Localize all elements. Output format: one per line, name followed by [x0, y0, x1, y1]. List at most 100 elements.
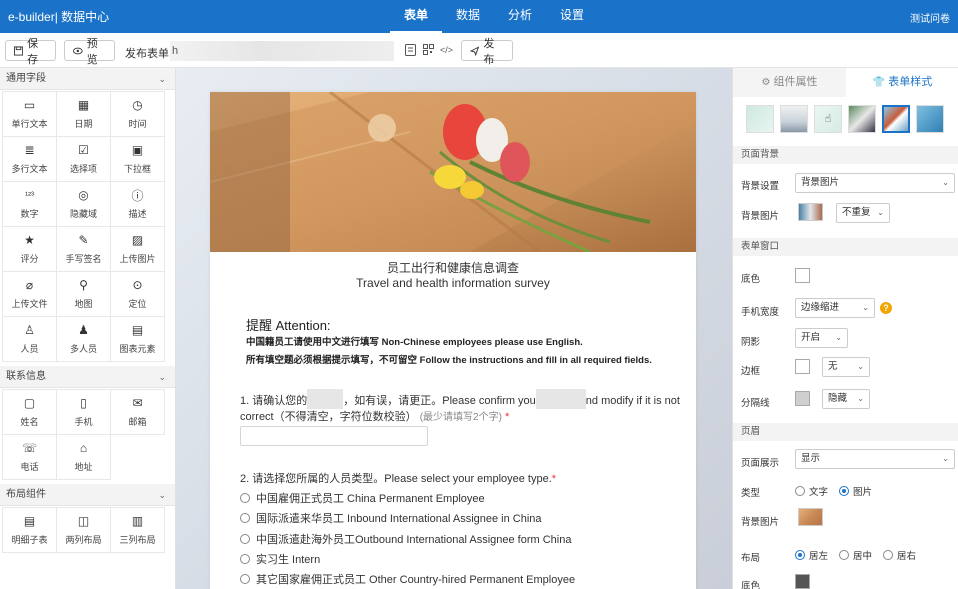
section-contact-info[interactable]: 联系信息 ⌄	[0, 366, 175, 388]
palette-item-multi-line[interactable]: ≣ 多行文本	[2, 136, 57, 182]
palette-item-image[interactable]: ▨ 上传图片	[110, 226, 165, 272]
type-option-image-label: 图片	[853, 487, 873, 498]
theme-thumb-6[interactable]	[916, 105, 944, 133]
palette-item-paperclip[interactable]: ⌀ 上传文件	[2, 271, 57, 317]
section-form-window: 表单窗口	[733, 238, 958, 256]
publish-url-field[interactable]: h	[170, 41, 394, 61]
layout-option-left[interactable]: 居左	[795, 548, 828, 562]
clock-icon: ◷	[132, 98, 143, 112]
palette-item-three-column[interactable]: ▥ 三列布局	[110, 507, 165, 553]
current-survey[interactable]: 测试问卷	[910, 10, 950, 25]
palette-item-number[interactable]: ¹²³ 数字	[2, 181, 57, 227]
palette-item-calendar[interactable]: ▦ 日期	[56, 91, 111, 137]
palette-item-label: 图表元素	[119, 344, 156, 354]
header-bg-label: 背景图片	[741, 517, 780, 528]
chevron-down-icon: ⌄	[862, 303, 869, 312]
paperclip-icon: ⌀	[25, 278, 34, 292]
nav-form[interactable]: 表单	[390, 0, 443, 33]
palette-item-pen[interactable]: ✎ 手写签名	[56, 226, 111, 272]
form-canvas: 员工出行和健康信息调查 Travel and health informatio…	[176, 68, 732, 589]
theme-thumb-2[interactable]	[780, 105, 808, 133]
divider-select[interactable]: 隐藏 ⌄	[822, 389, 870, 409]
embed-code-icon[interactable]: </>	[440, 44, 453, 56]
palette-item-telephone[interactable]: ☏ 电话	[2, 434, 57, 480]
nav-analysis[interactable]: 分析	[494, 0, 546, 33]
shadow-select[interactable]: 开启 ⌄	[795, 328, 848, 348]
theme-thumb-3[interactable]: ☝	[814, 105, 842, 133]
tab-form-style[interactable]: 👕 表单样式	[846, 68, 958, 97]
palette-item-name-card[interactable]: ▢ 姓名	[2, 389, 57, 435]
qrcode-icon[interactable]	[422, 44, 434, 56]
tab-component-properties[interactable]: ⚙ 组件属性	[733, 68, 846, 97]
save-button[interactable]: 保存	[5, 38, 56, 66]
bg-setting-select[interactable]: 背景图片 ⌄	[795, 173, 955, 193]
preview-button[interactable]: 预览	[64, 38, 115, 66]
type-option-image[interactable]: 图片	[839, 484, 872, 498]
type-label: 类型	[741, 488, 761, 499]
publish-button[interactable]: 发布	[461, 38, 513, 66]
palette-item-dropdown[interactable]: ▣ 下拉框	[110, 136, 165, 182]
redacted-block	[307, 389, 344, 409]
nav-settings[interactable]: 设置	[546, 0, 598, 33]
palette-item-mail[interactable]: ✉ 邮箱	[110, 389, 165, 435]
theme-thumb-5-selected[interactable]	[882, 105, 910, 133]
palette-item-eye-off[interactable]: ◎ 隐藏域	[56, 181, 111, 227]
chart-icon: ▤	[131, 323, 144, 337]
section-common-fields[interactable]: 通用字段 ⌄	[0, 68, 175, 90]
palette-item-home[interactable]: ⌂ 地址	[56, 434, 111, 480]
divider-color-swatch[interactable]	[795, 391, 810, 406]
q2-option[interactable]: 中国雇佣正式员工 China Permanent Employee	[240, 490, 485, 506]
palette-item-clock[interactable]: ◷ 时间	[110, 91, 165, 137]
theme-thumb-1[interactable]	[746, 105, 774, 133]
common-fields-grid: ▭ 单行文本 ▦ 日期 ◷ 时间 ≣ 多行文本 ☑ 选择项 ▣ 下拉框 ¹²³ 数字 ◎ 隐藏域 ⓘ 描述 ★ 评分 ✎…	[0, 90, 175, 366]
palette-item-phone[interactable]: ▯ 手机	[56, 389, 111, 435]
palette-item-people[interactable]: ♟ 多人员	[56, 316, 111, 362]
radio-icon	[240, 493, 250, 503]
type-option-text[interactable]: 文字	[795, 484, 828, 498]
border-select[interactable]: 无 ⌄	[822, 357, 870, 377]
nav-data[interactable]: 数据	[442, 0, 494, 33]
calendar-icon: ▦	[77, 98, 90, 112]
palette-item-subtable[interactable]: ▤ 明细子表	[2, 507, 57, 553]
layout-fields-grid: ▤ 明细子表 ◫ 两列布局 ▥ 三列布局	[0, 506, 175, 557]
palette-item-person[interactable]: ♙ 人员	[2, 316, 57, 362]
bg-repeat-select[interactable]: 不重复 ⌄	[836, 203, 890, 223]
question-1-text[interactable]: 1. 请确认您的 ，如有误，请更正。Please confirm you nd mo…	[240, 389, 680, 409]
border-color-swatch[interactable]	[795, 359, 810, 374]
radio-icon	[795, 486, 805, 496]
q2-option[interactable]: 实习生 Intern	[240, 551, 320, 567]
palette-item-two-column[interactable]: ◫ 两列布局	[56, 507, 111, 553]
color-swatch[interactable]	[795, 268, 810, 283]
layout-option-center[interactable]: 居中	[839, 548, 872, 562]
mobile-width-select[interactable]: 边缘缩进 ⌄	[795, 298, 875, 318]
copy-icon[interactable]	[404, 44, 416, 56]
header-color-swatch[interactable]	[795, 574, 810, 589]
q2-option[interactable]: 国际派遣来华员工 Inbound International Assignee …	[240, 510, 542, 526]
q1-text-part3: nd modify if it is not	[585, 395, 680, 407]
layout-option-left-label: 居左	[809, 551, 829, 562]
palette-item-checklist[interactable]: ☑ 选择项	[56, 136, 111, 182]
palette-item-map-pin[interactable]: ⚲ 地图	[56, 271, 111, 317]
header-display-select[interactable]: 显示 ⌄	[795, 449, 955, 469]
palette-item-chart[interactable]: ▤ 图表元素	[110, 316, 165, 362]
header-bg-thumb[interactable]	[798, 508, 823, 526]
question-2-text[interactable]: 2. 请选择您所属的人员类型。Please select your employ…	[240, 470, 556, 486]
section-page-background: 页面背景	[733, 146, 958, 164]
bg-image-thumb[interactable]	[798, 203, 823, 221]
palette-item-label: 多行文本	[11, 164, 48, 174]
theme-thumb-4[interactable]	[848, 105, 876, 133]
palette-item-star[interactable]: ★ 评分	[2, 226, 57, 272]
palette-item-label: 单行文本	[11, 119, 48, 129]
section-layout[interactable]: 布局组件 ⌄	[0, 484, 175, 506]
send-icon	[470, 45, 480, 56]
q2-option[interactable]: 其它国家雇佣正式员工 Other Country-hired Permanent…	[240, 571, 575, 587]
palette-item-info[interactable]: ⓘ 描述	[110, 181, 165, 227]
layout-option-right[interactable]: 居右	[883, 548, 916, 562]
palette-item-single-line[interactable]: ▭ 单行文本	[2, 91, 57, 137]
palette-item-location[interactable]: ⊙ 定位	[110, 271, 165, 317]
header-banner-image[interactable]	[210, 92, 696, 252]
q2-option[interactable]: 中国派遣赴海外员工Outbound International Assignee…	[240, 531, 571, 547]
q1-answer-input[interactable]	[240, 426, 428, 446]
help-icon[interactable]: ?	[880, 302, 892, 314]
form-preview: 员工出行和健康信息调查 Travel and health informatio…	[210, 92, 696, 589]
